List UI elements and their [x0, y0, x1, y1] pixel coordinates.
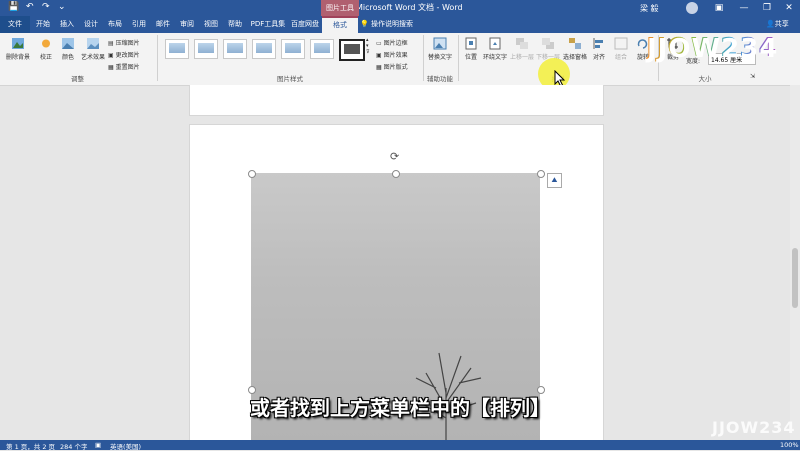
share-button[interactable]: 👤共享: [766, 16, 789, 33]
group-label-size: 大小: [698, 75, 712, 83]
group-divider: [458, 35, 459, 81]
compress-icon: ▤: [108, 40, 116, 47]
group-divider: [157, 35, 158, 81]
wrap-text-button[interactable]: 环绕文字: [482, 37, 508, 61]
picture-style-7[interactable]: [339, 39, 365, 61]
group-label-accessibility: 辅助功能: [427, 75, 453, 83]
avatar[interactable]: [686, 2, 698, 14]
bring-forward-button[interactable]: 上移一层: [510, 37, 534, 61]
restore-icon[interactable]: ❐: [758, 1, 776, 15]
group-objects-button[interactable]: 组合: [612, 37, 630, 61]
tab-pdf-tools[interactable]: PDF工具集: [248, 16, 288, 33]
picture-style-2[interactable]: [194, 39, 218, 59]
tab-layout[interactable]: 布局: [104, 16, 126, 33]
tab-help[interactable]: 帮助: [224, 16, 246, 33]
color-icon: [62, 38, 74, 49]
align-button[interactable]: 对齐: [590, 37, 608, 61]
user-name[interactable]: 梁 毅: [640, 3, 659, 14]
watermark-logo: JJOW234: [646, 33, 778, 63]
color-button[interactable]: 颜色: [58, 37, 78, 61]
tab-mailings[interactable]: 邮件: [152, 16, 174, 33]
change-picture-icon: ▣: [108, 52, 116, 59]
resize-handle-top-left[interactable]: [248, 170, 256, 178]
alt-text-icon: [433, 37, 447, 50]
sun-icon: [42, 39, 50, 48]
layout-options-icon[interactable]: ⛰: [547, 173, 562, 188]
tab-design[interactable]: 设计: [80, 16, 102, 33]
picture-border-button[interactable]: ▭ 图片边框: [376, 38, 408, 47]
selection-pane-button[interactable]: 选择窗格: [562, 37, 588, 61]
resize-handle-top-right[interactable]: [537, 170, 545, 178]
change-picture-button[interactable]: ▣ 更改图片: [108, 50, 140, 59]
tell-me-search[interactable]: 💡 操作说明搜索: [360, 16, 413, 33]
tab-insert[interactable]: 插入: [56, 16, 78, 33]
effects-icon: ▣: [376, 52, 384, 59]
status-bar: 第 1 页，共 2 页 284 个字 ▣ 英语(美国) 100%: [0, 440, 800, 451]
group-label-picture-styles: 图片样式: [277, 75, 303, 83]
watermark-logo-bottom: JJOW234: [712, 418, 796, 437]
tab-format[interactable]: 格式: [322, 16, 358, 33]
corrections-button[interactable]: 校正: [36, 37, 56, 61]
scrollbar-thumb[interactable]: [792, 248, 798, 308]
picture-tools-context: 图片工具: [321, 0, 359, 16]
lightbulb-icon: 💡: [360, 20, 371, 28]
picture-style-3[interactable]: [223, 39, 247, 59]
rotate-handle-icon[interactable]: ⟳: [390, 150, 399, 163]
close-icon[interactable]: ✕: [780, 1, 798, 15]
compress-pictures-button[interactable]: ▤ 压缩图片: [108, 38, 140, 47]
proofing-icon[interactable]: ▣: [95, 441, 101, 449]
zoom-level[interactable]: 100%: [780, 441, 799, 449]
tab-references[interactable]: 引用: [128, 16, 150, 33]
minimize-icon[interactable]: —: [735, 1, 753, 15]
title-bar: 💾 ↶ ↷ ⌄ 新建 Microsoft Word 文档 - Word 图片工具…: [0, 0, 800, 16]
page-1: [189, 85, 604, 116]
artistic-effects-icon: [87, 38, 99, 49]
styles-gallery-more-icon[interactable]: ▴ ▾ ⊽: [366, 37, 370, 55]
alt-text-button[interactable]: 替换文字: [428, 37, 452, 61]
tab-baidu-netdisk[interactable]: 百度网盘: [290, 16, 320, 33]
tab-review[interactable]: 审阅: [176, 16, 198, 33]
ribbon-tabs: 文件 开始 插入 设计 布局 引用 邮件 审阅 视图 帮助 PDF工具集 百度网…: [0, 16, 800, 33]
picture-style-1[interactable]: [165, 39, 189, 59]
wrap-text-icon: [489, 37, 501, 50]
picture-layout-button[interactable]: ▦ 图片版式: [376, 62, 408, 71]
artistic-effects-button[interactable]: 艺术效果: [80, 37, 106, 61]
picture-style-5[interactable]: [281, 39, 305, 59]
position-button[interactable]: 位置: [462, 37, 480, 61]
size-dialog-launcher-icon[interactable]: ⇲: [750, 73, 755, 80]
window-title: 新建 Microsoft Word 文档 - Word: [337, 3, 463, 12]
tab-home[interactable]: 开始: [32, 16, 54, 33]
remove-background-button[interactable]: 删除背景: [4, 37, 32, 61]
picture-style-4[interactable]: [252, 39, 276, 59]
picture-style-6[interactable]: [310, 39, 334, 59]
selection-pane-icon: [569, 38, 581, 49]
tab-view[interactable]: 视图: [200, 16, 222, 33]
border-icon: ▭: [376, 40, 384, 47]
align-icon: [593, 38, 603, 49]
layout-icon: ▦: [376, 64, 384, 71]
resize-handle-top[interactable]: [392, 170, 400, 178]
group-label-adjust: 调整: [71, 75, 84, 83]
video-caption: 或者找到上方菜单栏中的【排列】: [250, 396, 550, 420]
group-icon: [614, 37, 628, 50]
ribbon-display-options-icon[interactable]: ▣: [710, 1, 728, 15]
tab-file[interactable]: 文件: [0, 16, 30, 33]
position-icon: [465, 37, 477, 50]
share-icon: 👤: [766, 20, 775, 28]
reset-picture-icon: ▦: [108, 64, 116, 71]
send-backward-icon: [542, 38, 554, 49]
reset-picture-button[interactable]: ▦ 重置图片: [108, 62, 140, 71]
remove-background-icon: [12, 38, 24, 49]
bring-forward-icon: [516, 38, 528, 49]
picture-effects-button[interactable]: ▣ 图片效果: [376, 50, 408, 59]
